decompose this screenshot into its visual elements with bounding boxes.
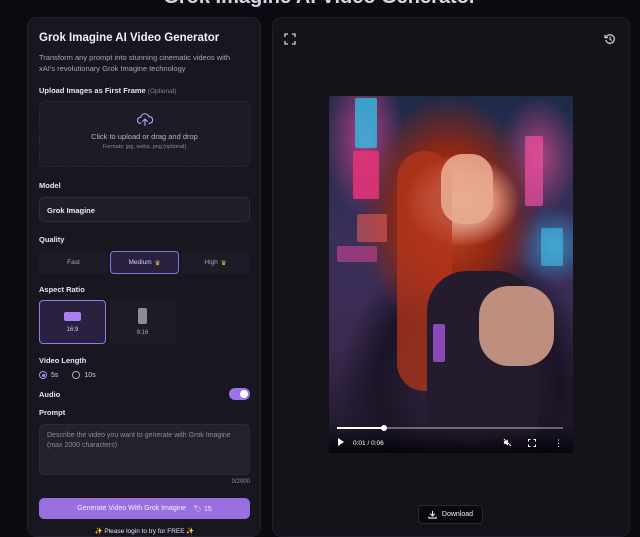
login-note: ✨ Please login to try for FREE ✨ bbox=[39, 527, 250, 535]
video-time: 0:01 / 0:06 bbox=[353, 440, 384, 447]
neon-sign bbox=[525, 136, 543, 206]
preview-panel: 0:01 / 0:06 ⋮ Download bbox=[272, 17, 630, 537]
quality-option-label: Fast bbox=[67, 259, 80, 266]
neon-accent bbox=[433, 324, 445, 362]
download-icon bbox=[428, 510, 437, 519]
radio-unchecked-icon bbox=[72, 371, 81, 379]
video-progress bbox=[337, 427, 385, 429]
video-length-label: Video Length bbox=[39, 356, 87, 365]
download-label: Download bbox=[441, 511, 474, 518]
neon-sign bbox=[357, 214, 387, 242]
video-controls: 0:01 / 0:06 ⋮ bbox=[329, 425, 573, 453]
neon-sign bbox=[337, 246, 377, 262]
download-button[interactable]: Download bbox=[418, 505, 483, 524]
quality-options: Fast Medium ♛ High ♛ bbox=[39, 251, 250, 274]
fullscreen-icon[interactable] bbox=[284, 33, 296, 45]
video-length-options: 5s 10s bbox=[39, 371, 247, 379]
video-seek-bar[interactable] bbox=[337, 425, 563, 431]
aspect-option-9-16[interactable]: 9:16 bbox=[109, 300, 176, 344]
credits-icon: 🏷 bbox=[193, 505, 202, 513]
page-heading: Grok Imagine AI Video Generator bbox=[0, 0, 640, 9]
crown-icon: ♛ bbox=[154, 259, 161, 267]
shoulder bbox=[479, 286, 554, 366]
aspect-ratio-label: Aspect Ratio bbox=[39, 285, 85, 294]
generate-button-label: Generate Video With Grok Imagine bbox=[77, 505, 187, 512]
neon-sign bbox=[541, 228, 563, 266]
quality-option-label: Medium bbox=[128, 259, 152, 266]
neon-sign bbox=[353, 151, 379, 199]
landscape-ratio-icon bbox=[64, 311, 81, 321]
upload-instructions: Click to upload or drag and drop bbox=[91, 132, 198, 141]
generate-video-button[interactable]: Generate Video With Grok Imagine 🏷 15 bbox=[39, 498, 250, 519]
upload-formats: Formats: jpg, webp, png (optional) bbox=[102, 144, 187, 150]
prompt-label: Prompt bbox=[39, 408, 66, 417]
fullscreen-video-icon[interactable] bbox=[528, 439, 536, 447]
length-option-label: 10s bbox=[84, 371, 96, 379]
aspect-option-16-9[interactable]: 16:9 bbox=[39, 300, 106, 344]
sparkle-icon: ✨ bbox=[186, 528, 195, 535]
panel-title: Grok Imagine AI Video Generator bbox=[39, 32, 220, 44]
generator-panel: Grok Imagine AI Video Generator Transfor… bbox=[27, 17, 261, 537]
length-option-10s[interactable]: 10s bbox=[72, 371, 96, 379]
more-options-icon[interactable]: ⋮ bbox=[554, 439, 563, 448]
play-icon[interactable] bbox=[338, 438, 344, 446]
model-label: Model bbox=[39, 181, 61, 190]
neon-sign bbox=[355, 98, 377, 148]
quality-option-label: High bbox=[204, 259, 218, 266]
upload-optional-tag: (Optional) bbox=[147, 88, 177, 95]
prompt-char-count: 0/2000 bbox=[231, 479, 250, 485]
portrait-ratio-icon bbox=[138, 308, 147, 324]
audio-label: Audio bbox=[39, 389, 61, 399]
length-option-label: 5s bbox=[51, 371, 59, 379]
credits-badge: 🏷 15 bbox=[193, 505, 212, 513]
sparkle-icon: ✨ bbox=[94, 528, 103, 535]
upload-label: Upload Images as First Frame (Optional) bbox=[39, 86, 247, 95]
video-player[interactable]: 0:01 / 0:06 ⋮ bbox=[329, 96, 573, 453]
aspect-option-label: 16:9 bbox=[66, 326, 79, 333]
crown-icon: ♛ bbox=[220, 259, 227, 267]
quality-label: Quality bbox=[39, 235, 65, 244]
cloud-upload-icon bbox=[136, 113, 153, 126]
video-seek-handle[interactable] bbox=[381, 425, 388, 431]
quality-option-medium[interactable]: Medium ♛ bbox=[110, 251, 179, 274]
panel-description: Transform any prompt into stunning cinem… bbox=[39, 53, 231, 73]
prompt-textarea[interactable]: Describe the video you want to generate … bbox=[39, 424, 250, 475]
history-icon[interactable] bbox=[604, 33, 616, 45]
upload-label-text: Upload Images as First Frame bbox=[39, 86, 146, 95]
credits-count: 15 bbox=[203, 505, 212, 513]
length-option-5s[interactable]: 5s bbox=[39, 371, 58, 379]
audio-toggle[interactable] bbox=[229, 388, 250, 400]
face bbox=[441, 154, 493, 224]
audio-row: Audio bbox=[39, 388, 250, 400]
quality-option-fast[interactable]: Fast bbox=[39, 251, 108, 274]
upload-dropzone[interactable]: Click to upload or drag and drop Formats… bbox=[39, 101, 250, 167]
mute-icon[interactable] bbox=[503, 438, 512, 447]
radio-checked-icon bbox=[39, 371, 47, 379]
login-note-text: Please login to try for FREE bbox=[104, 528, 185, 535]
aspect-ratio-options: 16:9 9:16 bbox=[39, 300, 247, 344]
quality-option-high[interactable]: High ♛ bbox=[181, 251, 250, 274]
aspect-option-label: 9:16 bbox=[136, 330, 149, 336]
model-select[interactable]: Grok Imagine bbox=[39, 197, 250, 222]
